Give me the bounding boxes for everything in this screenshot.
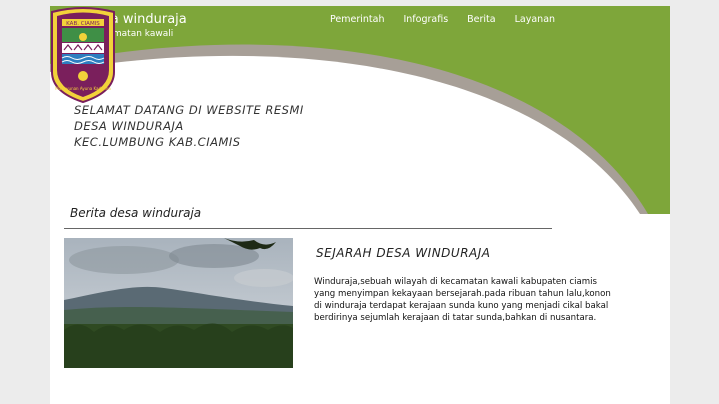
welcome-line: SELAMAT DATANG DI WEBSITE RESMI — [74, 103, 304, 117]
main-nav: Pemerintah Infografis Berita Layanan — [330, 14, 574, 25]
svg-text:KAB. CIAMIS: KAB. CIAMIS — [66, 21, 100, 27]
nav-item-pemerintah[interactable]: Pemerintah — [330, 14, 384, 25]
article-photo[interactable] — [64, 238, 293, 368]
ciamis-crest-icon: KAB. CIAMIS Mahayunan Ayuna Kadalina — [51, 7, 115, 104]
hero-banner: Desa winduraja kecamatan kawali Pemerint… — [50, 6, 670, 216]
news-section-title: Berita desa winduraja — [70, 206, 202, 220]
welcome-line: DESA WINDURAJA — [74, 119, 184, 133]
section-divider — [64, 228, 552, 229]
nav-item-infografis[interactable]: Infografis — [403, 14, 448, 25]
article-title[interactable]: SEJARAH DESA WINDURAJA — [316, 246, 491, 260]
article-body: Winduraja,sebuah wilayah di kecamatan ka… — [314, 277, 611, 323]
nav-item-layanan[interactable]: Layanan — [515, 14, 555, 25]
nav-item-berita[interactable]: Berita — [467, 14, 495, 25]
welcome-line: KEC.LUMBUNG KAB.CIAMIS — [74, 135, 241, 149]
page: Desa winduraja kecamatan kawali Pemerint… — [50, 6, 670, 404]
svg-text:Mahayunan Ayuna Kadalina: Mahayunan Ayuna Kadalina — [55, 86, 111, 91]
welcome-text: SELAMAT DATANG DI WEBSITE RESMI DESA WIN… — [74, 102, 304, 150]
